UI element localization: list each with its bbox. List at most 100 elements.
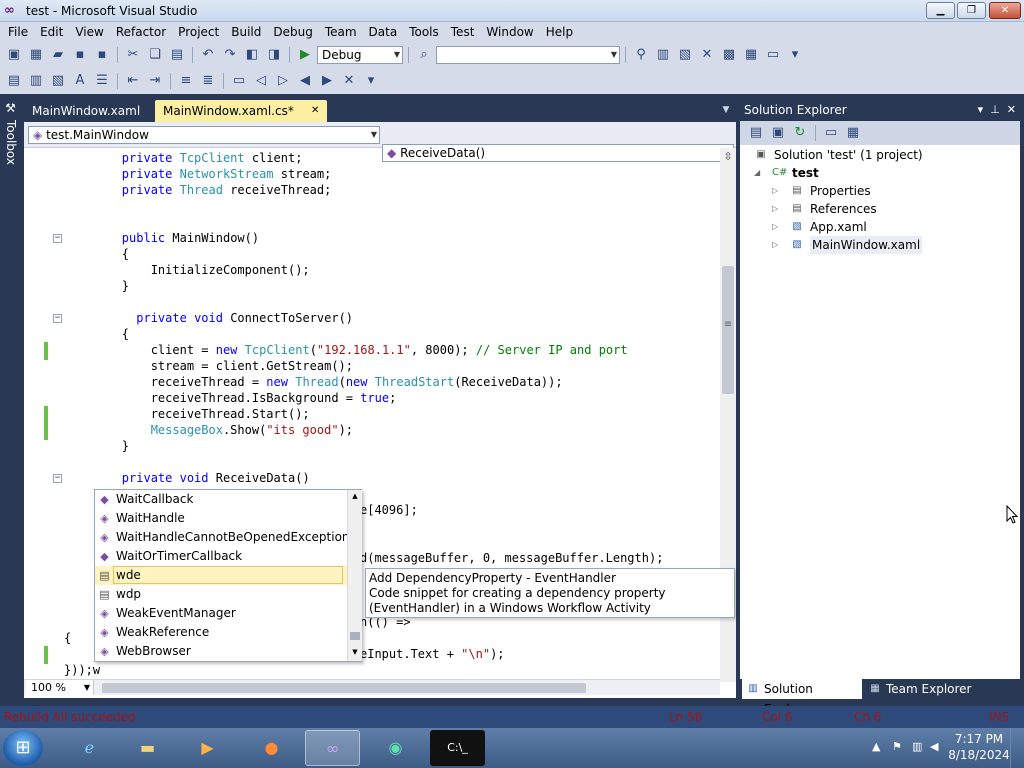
new-project-icon[interactable]: ▣: [4, 45, 24, 65]
toolbox-icon[interactable]: ▩: [719, 45, 739, 65]
expand-arrow-icon[interactable]: ▷: [772, 200, 782, 218]
previous-bookmark-icon[interactable]: ◁: [251, 71, 271, 91]
menu-data[interactable]: Data: [363, 22, 404, 42]
clock-date[interactable]: 8/18/2024: [946, 748, 1012, 762]
toggle-bookmark-icon[interactable]: ▭: [229, 71, 249, 91]
close-pane-icon[interactable]: ✕: [1007, 103, 1016, 116]
clock-time[interactable]: 7:17 PM: [950, 732, 1008, 746]
menu-edit[interactable]: Edit: [34, 22, 69, 42]
collapse-region-icon[interactable]: −: [53, 234, 62, 243]
parameter-info-icon[interactable]: ▥: [26, 71, 46, 91]
completion-item[interactable]: ◈ WebBrowser: [95, 642, 347, 661]
file-explorer-icon[interactable]: ▬: [120, 730, 175, 766]
collapse-arrow-icon[interactable]: ◢: [754, 164, 764, 182]
expand-arrow-icon[interactable]: ▷: [772, 182, 782, 200]
completion-scrollbar[interactable]: ▲ ▼: [347, 490, 362, 661]
network-icon[interactable]: ▥: [912, 740, 922, 753]
close-tab-icon[interactable]: ✕: [311, 100, 319, 122]
extension-manager-icon[interactable]: ▭: [763, 45, 783, 65]
types-dropdown[interactable]: ◈ test.MainWindow ▼: [28, 126, 380, 144]
next-bookmark-folder-icon[interactable]: ▶: [317, 71, 337, 91]
save-icon[interactable]: ▪: [70, 45, 90, 65]
decrease-indent-icon[interactable]: ⇤: [123, 71, 143, 91]
auto-hide-pin-icon[interactable]: ⊥: [990, 103, 1000, 116]
menu-refactor[interactable]: Refactor: [110, 22, 172, 42]
start-debugging-icon[interactable]: ▶: [295, 45, 315, 65]
show-desktop-button[interactable]: [1010, 728, 1024, 768]
show-all-files-icon[interactable]: ▣: [768, 123, 788, 143]
menu-test[interactable]: Test: [445, 22, 481, 42]
quick-info-icon[interactable]: ▧: [48, 71, 68, 91]
open-file-icon[interactable]: ▰: [48, 45, 68, 65]
menu-team[interactable]: Team: [319, 22, 363, 42]
media-player-icon[interactable]: ▶: [180, 730, 235, 766]
toolbox-strip[interactable]: ⚒ Toolbox: [0, 98, 21, 698]
uncomment-icon[interactable]: ≣: [198, 71, 218, 91]
maximize-button[interactable]: ❐: [957, 2, 986, 19]
navigate-backward-icon[interactable]: ◧: [242, 45, 262, 65]
menu-project[interactable]: Project: [172, 22, 225, 42]
toolbar-options-icon[interactable]: ▾: [785, 45, 805, 65]
refresh-icon[interactable]: ↻: [790, 123, 810, 143]
zoom-combo[interactable]: 100 % ▼: [26, 680, 94, 695]
start-button[interactable]: ⊞: [3, 730, 43, 766]
expand-arrow-icon[interactable]: ▷: [772, 218, 782, 236]
completion-item[interactable]: ◈ WaitHandle: [95, 509, 347, 528]
tab-list-dropdown-icon[interactable]: ▼: [720, 104, 732, 116]
undo-icon[interactable]: ↶: [198, 45, 218, 65]
copy-icon[interactable]: ❏: [145, 45, 165, 65]
menu-file[interactable]: File: [0, 22, 34, 42]
object-browser-icon[interactable]: ✕: [697, 45, 717, 65]
object-member-list-icon[interactable]: ▤: [4, 71, 24, 91]
completion-item-selected[interactable]: ▤ wde: [95, 566, 347, 585]
horizontal-scroll-thumb[interactable]: [102, 683, 586, 693]
comment-out-icon[interactable]: ≡: [176, 71, 196, 91]
completion-item[interactable]: ◆ WaitCallback: [95, 490, 347, 509]
paste-icon[interactable]: ▤: [167, 45, 187, 65]
previous-bookmark-folder-icon[interactable]: ◀: [295, 71, 315, 91]
split-window-icon[interactable]: ⇳: [722, 150, 734, 164]
find-in-files-icon[interactable]: ⌕: [414, 45, 434, 65]
expand-arrow-icon[interactable]: ▷: [772, 236, 782, 254]
cut-icon[interactable]: ✂: [123, 45, 143, 65]
menu-help[interactable]: Help: [540, 22, 579, 42]
clear-bookmarks-icon[interactable]: ✕: [339, 71, 359, 91]
menu-window[interactable]: Window: [480, 22, 539, 42]
tab-team-explorer[interactable]: ▦ Team Explorer: [864, 679, 984, 699]
action-center-flag-icon[interactable]: ⚑: [892, 740, 902, 753]
volume-icon[interactable]: ◀: [930, 740, 938, 753]
solution-explorer-icon[interactable]: ▥: [653, 45, 673, 65]
completion-item[interactable]: ◈ WeakReference: [95, 623, 347, 642]
internet-explorer-icon[interactable]: ℯ: [62, 730, 117, 766]
solution-configuration-combo[interactable]: Debug ▼: [317, 46, 403, 64]
collapse-region-icon[interactable]: −: [53, 474, 62, 483]
menu-view[interactable]: View: [69, 22, 109, 42]
collapse-region-icon[interactable]: −: [53, 314, 62, 323]
view-code-icon[interactable]: ▭: [821, 123, 841, 143]
word-completion-icon[interactable]: A: [70, 71, 90, 91]
menu-build[interactable]: Build: [225, 22, 267, 42]
minimize-button[interactable]: ▁: [926, 2, 955, 19]
navigate-forward-icon[interactable]: ◨: [264, 45, 284, 65]
firefox-icon[interactable]: ●: [244, 730, 299, 766]
tab-solution-explorer[interactable]: ▥ Solution Explorer: [742, 679, 862, 716]
properties-icon[interactable]: ▤: [746, 123, 766, 143]
next-bookmark-icon[interactable]: ▷: [273, 71, 293, 91]
view-designer-icon[interactable]: ▦: [843, 123, 863, 143]
visual-studio-icon[interactable]: ∞: [305, 730, 360, 766]
increase-indent-icon[interactable]: ⇥: [145, 71, 165, 91]
scroll-thumb[interactable]: [350, 632, 360, 640]
tab-mainwindow-xaml-cs[interactable]: MainWindow.xaml.cs* ✕: [155, 100, 327, 122]
start-page-icon[interactable]: ▦: [741, 45, 761, 65]
scroll-up-icon[interactable]: ▲: [350, 492, 360, 500]
command-prompt-icon[interactable]: C:\_: [430, 730, 485, 766]
close-button[interactable]: ✕: [989, 2, 1021, 19]
app-icon[interactable]: ◉: [368, 730, 423, 766]
indent-icon[interactable]: ☰: [92, 71, 112, 91]
add-item-icon[interactable]: ▦: [26, 45, 46, 65]
find-combo[interactable]: ▼: [436, 46, 620, 64]
save-all-icon[interactable]: ▪: [92, 45, 112, 65]
window-position-icon[interactable]: ▾: [978, 103, 984, 116]
properties-icon[interactable]: ▧: [675, 45, 695, 65]
redo-icon[interactable]: ↷: [220, 45, 240, 65]
